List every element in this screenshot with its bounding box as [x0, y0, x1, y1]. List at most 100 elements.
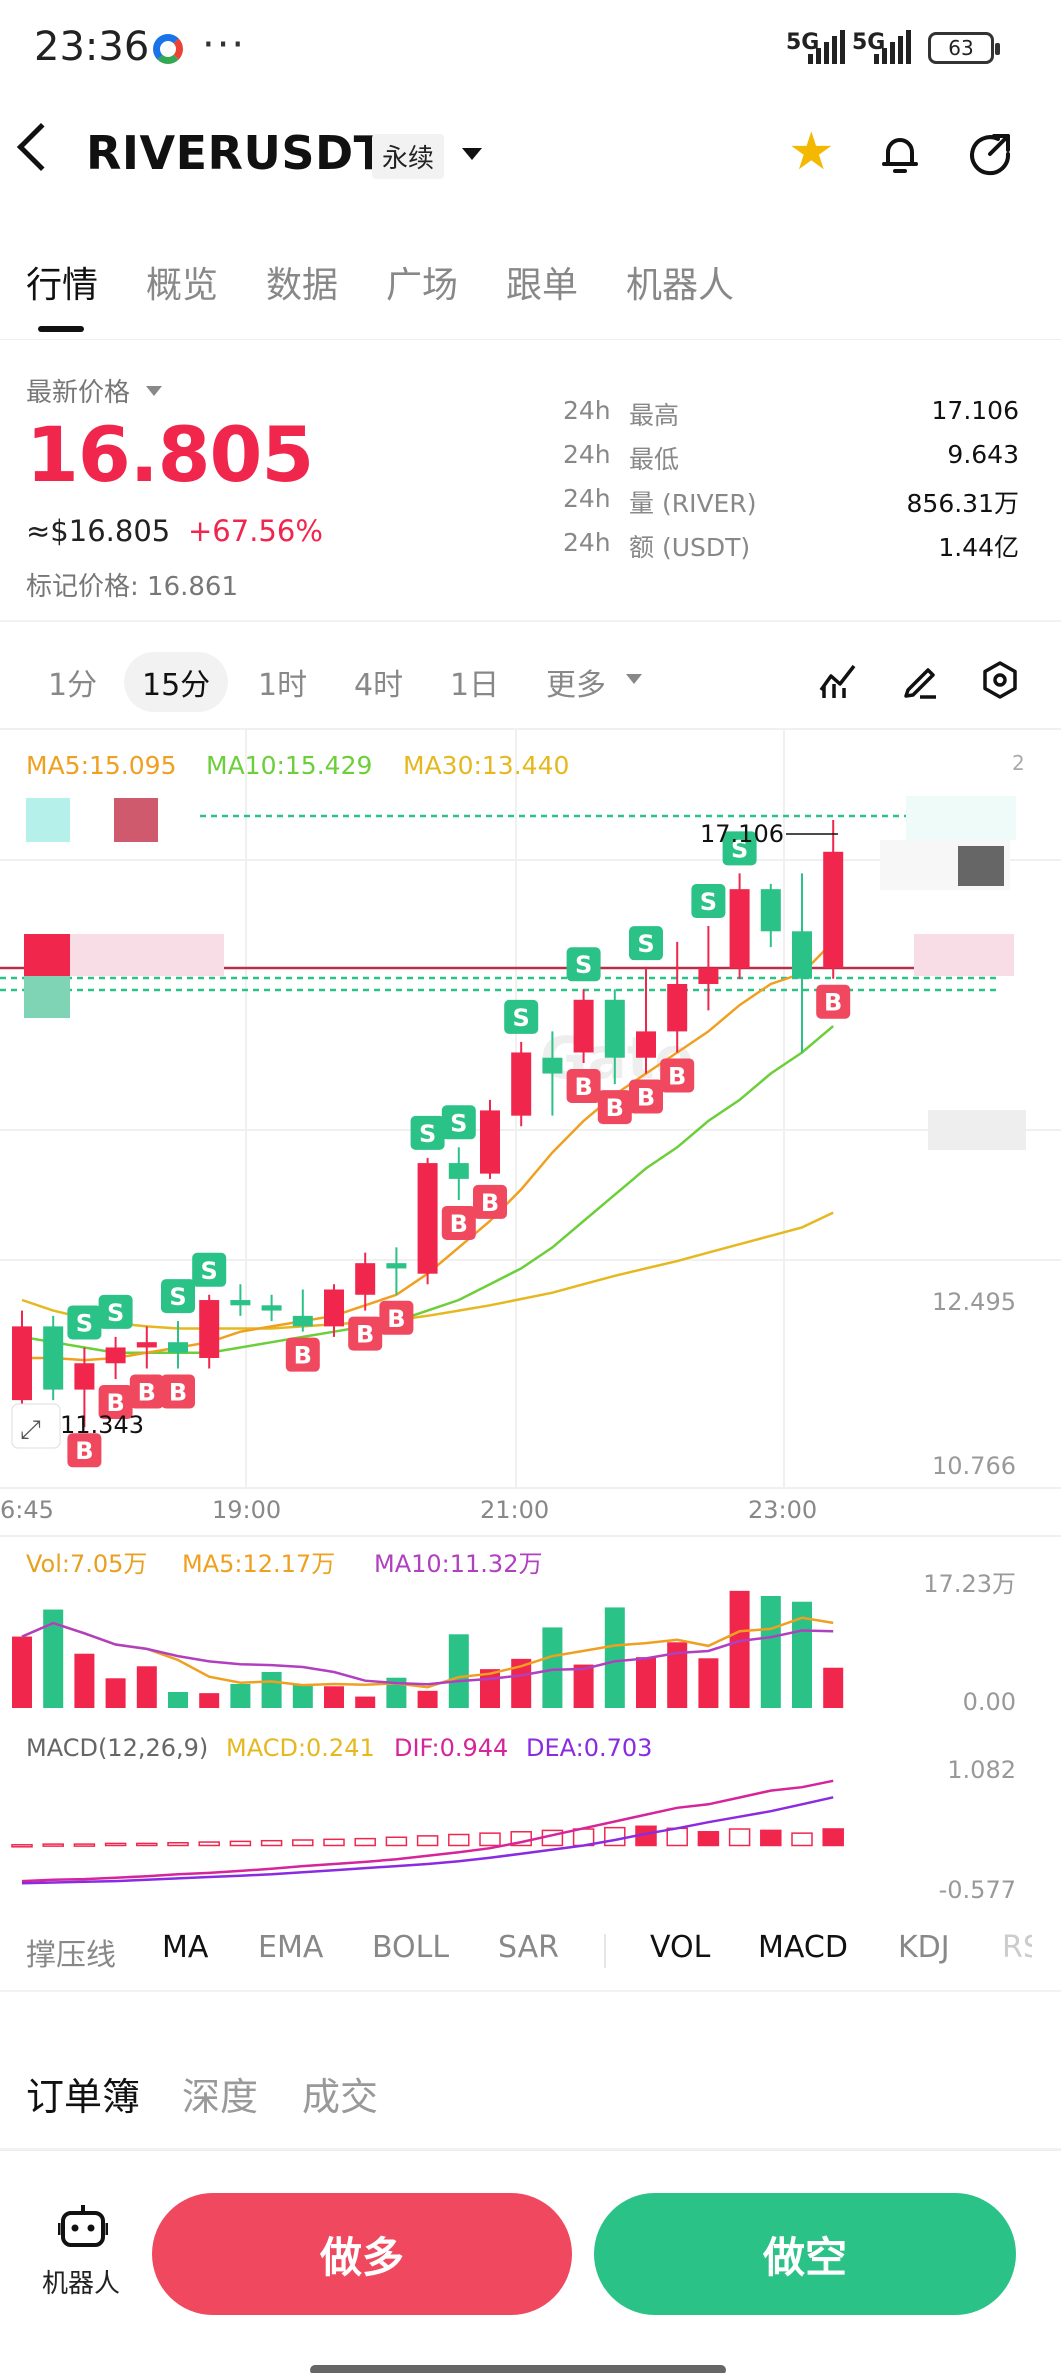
y-tick: 10.766 [932, 1452, 1016, 1480]
marker-letter: S [637, 930, 654, 958]
interval-4h[interactable]: 4时 [354, 660, 403, 704]
stat-name: 量 (RIVER) [629, 489, 757, 518]
robot-label[interactable]: 机器人 [42, 2263, 120, 2300]
last-price-dropdown-icon[interactable] [146, 386, 162, 396]
marker-letter: B [606, 1094, 624, 1122]
tab-market[interactable]: 行情 [26, 256, 98, 308]
candle-up [823, 851, 844, 969]
position-tag-side-2[interactable] [24, 976, 70, 1018]
share-icon[interactable] [968, 132, 1014, 178]
indicator-divider [604, 1934, 606, 1968]
settings-hexagon-icon[interactable] [980, 660, 1020, 700]
position-price-tag-blur[interactable] [914, 934, 1014, 976]
price-tag-dark[interactable] [958, 846, 1004, 886]
contract-type-badge[interactable]: 永续 [372, 134, 445, 179]
indicator-chart-icon[interactable] [818, 660, 858, 700]
battery-icon: 63 [928, 32, 1000, 64]
tab-orderbook[interactable]: 订单簿 [26, 2066, 140, 2121]
last-price-label[interactable]: 最新价格 [26, 372, 130, 409]
candle-down [43, 1326, 64, 1390]
macd-hist-bar [229, 1840, 252, 1847]
marker-letter: B [75, 1437, 93, 1465]
order-tag-blur[interactable] [114, 798, 158, 842]
more-dropdown-icon[interactable] [626, 674, 642, 684]
legend-vol-ma5: MA5:12.17万 [182, 1550, 335, 1578]
candle-up [417, 1163, 438, 1274]
marker-letter: B [387, 1305, 405, 1333]
order-tag-blur[interactable] [26, 798, 70, 842]
tab-overview[interactable]: 概览 [146, 256, 218, 308]
price-summary: 最新价格 16.805 ≈$16.805 +67.56% 标记价格: 16.86… [0, 340, 1061, 622]
bottom-action-bar: 机器人 做多 做空 [0, 2150, 1061, 2373]
google-app-icon [153, 34, 183, 64]
tab-trades[interactable]: 成交 [302, 2066, 378, 2121]
kline-chart[interactable]: Gate 2 S SSSS SSSSSSBB B BBBBBBBB BBB MA5:15.… [0, 728, 1061, 1908]
tab-bot[interactable]: 机器人 [626, 256, 734, 308]
long-button[interactable]: 做多 [152, 2193, 572, 2315]
indicator-rsi[interactable]: RSI [1002, 1930, 1032, 1965]
last-price: 16.805 [26, 410, 314, 499]
stat-value: 17.106 [931, 396, 1019, 425]
order-price-tag-blur[interactable] [906, 796, 1016, 840]
home-indicator[interactable] [310, 2365, 726, 2373]
interval-1h[interactable]: 1时 [258, 660, 307, 704]
expand-icon[interactable]: ⤢ [20, 1415, 41, 1445]
tab-square[interactable]: 广场 [386, 256, 458, 308]
candle-up [729, 889, 750, 969]
stat-period: 24h [563, 528, 611, 557]
interval-15m[interactable]: 15分 [124, 652, 229, 712]
candle-up [480, 1110, 500, 1174]
back-arrow-icon[interactable] [16, 122, 66, 172]
current-price-tag-blur[interactable] [928, 1110, 1026, 1150]
legend-dea: DEA:0.703 [526, 1734, 652, 1762]
legend-vol: Vol:7.05万 [26, 1550, 147, 1578]
indicator-kdj[interactable]: KDJ [898, 1930, 950, 1965]
interval-1m[interactable]: 1分 [48, 660, 97, 704]
indicator-support-resistance[interactable]: 撑压线 [26, 1930, 116, 1974]
interval-more[interactable]: 更多 [546, 660, 606, 704]
volume-bar [12, 1636, 32, 1708]
sell-marker: S [441, 1105, 476, 1140]
candle-up [199, 1300, 220, 1358]
macd-hist-bar [42, 1843, 64, 1847]
macd-hist-bar [385, 1836, 408, 1847]
robot-icon[interactable] [58, 2203, 108, 2249]
macd-hist-bar [292, 1839, 314, 1847]
volume-bar [448, 1634, 469, 1708]
indicator-sar[interactable]: SAR [498, 1930, 559, 1965]
indicator-macd[interactable]: MACD [758, 1930, 848, 1965]
macd-hist-bar [416, 1835, 439, 1847]
macd-y-tick: -0.577 [939, 1876, 1016, 1904]
indicator-ma[interactable]: MA [162, 1930, 208, 1965]
candle-up [511, 1052, 532, 1116]
candle-down [760, 889, 781, 932]
legend-dif: DIF:0.944 [394, 1734, 508, 1762]
symbol-dropdown-icon[interactable] [462, 148, 482, 160]
draw-pencil-icon[interactable] [900, 660, 940, 700]
symbol-title[interactable]: RIVERUSDT [86, 126, 386, 180]
favorite-star-icon[interactable]: ★ [788, 126, 835, 178]
volume-bar [74, 1653, 95, 1708]
sell-marker: S [691, 884, 726, 919]
volume-bar [542, 1627, 563, 1708]
tab-copy-trade[interactable]: 跟单 [506, 256, 578, 308]
more-notifications-icon: ··· [202, 22, 247, 68]
legend-ma10: MA10:15.429 [206, 751, 372, 780]
tab-depth[interactable]: 深度 [182, 2066, 258, 2121]
high-label: 17.106 [700, 820, 784, 848]
candle-down [230, 1300, 251, 1306]
position-tag-side[interactable] [24, 934, 70, 976]
indicator-tabs: 撑压线 MA EMA BOLL SAR VOL MACD KDJ RSI [0, 1912, 1061, 1992]
indicator-vol[interactable]: VOL [650, 1930, 710, 1965]
indicator-boll[interactable]: BOLL [372, 1930, 449, 1965]
marker-letter: S [107, 1299, 124, 1327]
indicator-ema[interactable]: EMA [258, 1930, 323, 1965]
interval-1d[interactable]: 1日 [450, 660, 499, 704]
marker-letter: B [169, 1379, 187, 1407]
candle-down [168, 1342, 188, 1353]
bell-icon[interactable] [880, 132, 920, 176]
macd-hist-bar [479, 1832, 501, 1847]
short-button[interactable]: 做空 [594, 2193, 1016, 2315]
tab-data[interactable]: 数据 [266, 256, 338, 308]
stat-value: 9.643 [947, 440, 1019, 469]
